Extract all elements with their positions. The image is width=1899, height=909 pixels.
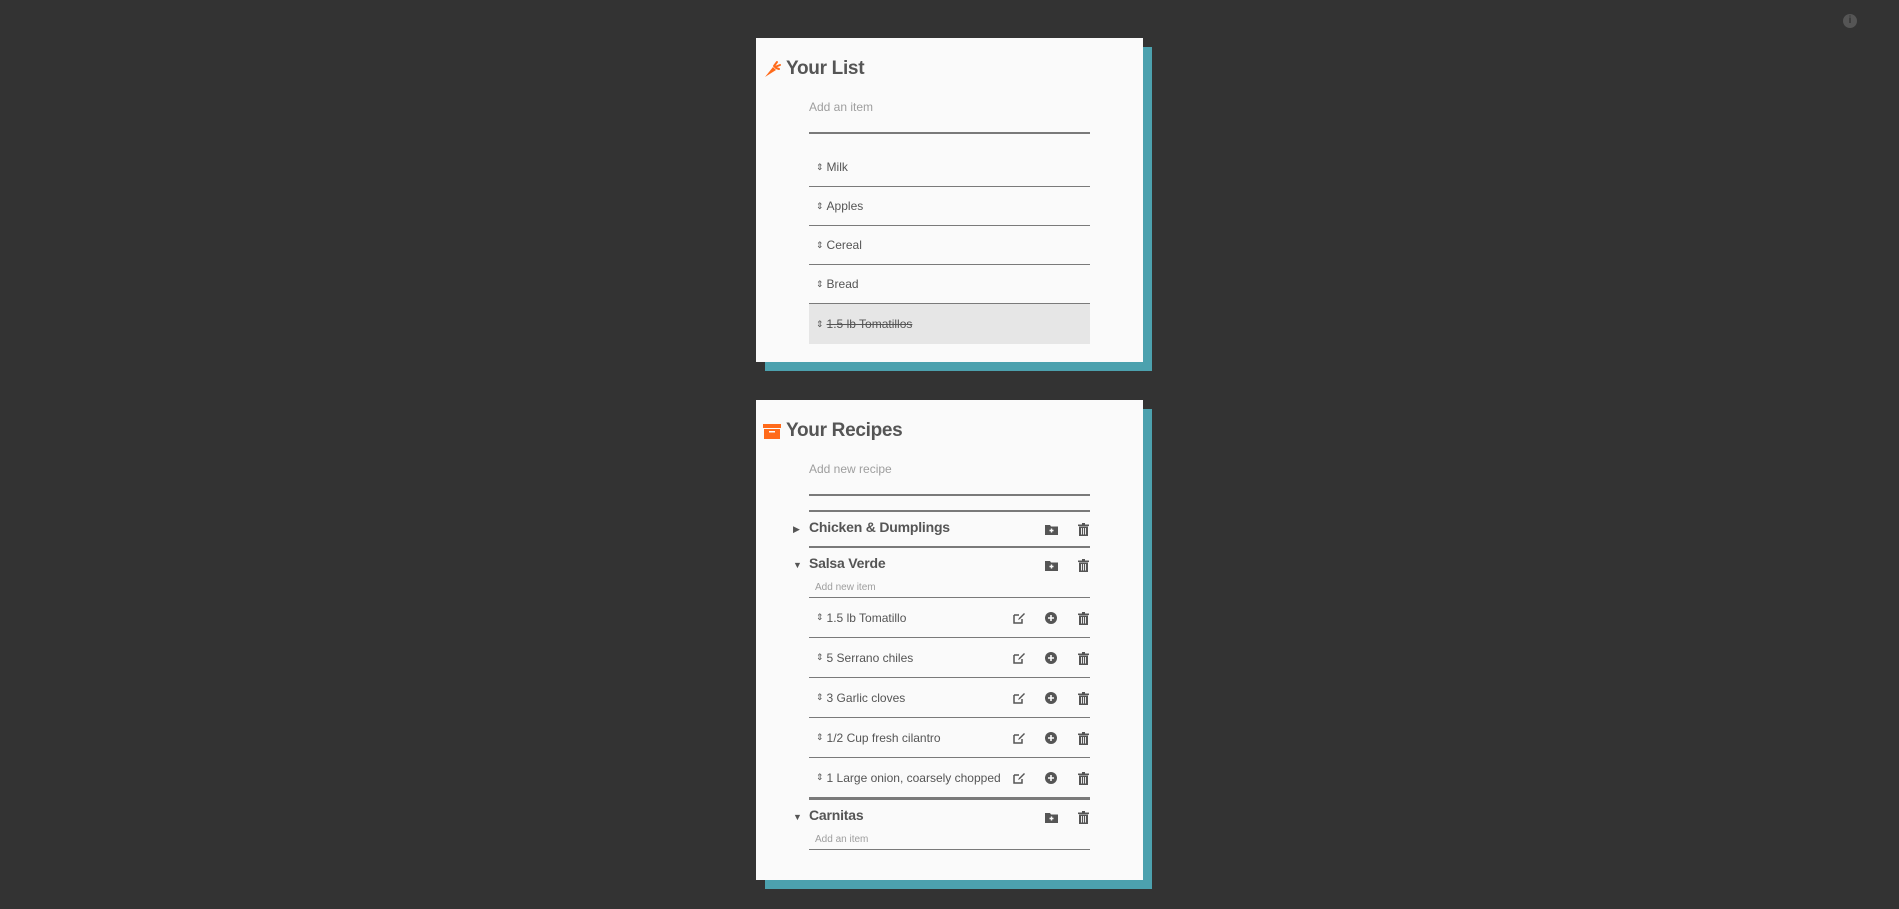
trash-icon[interactable]	[1076, 611, 1090, 625]
list-item[interactable]: ⇕ Apples	[809, 187, 1090, 226]
list-item-completed[interactable]: ⇕ 1.5 lb Tomatillos	[809, 304, 1090, 344]
ingredient-item[interactable]: ⇕ 3 Garlic cloves	[809, 678, 1090, 718]
add-item-input[interactable]	[809, 100, 1090, 134]
recipe-list: ▶ Chicken & Dumplings ▼ Salsa Verde Add …	[793, 510, 1090, 850]
add-ingredient-input[interactable]	[809, 582, 1090, 598]
trash-icon[interactable]	[1076, 810, 1090, 824]
trash-icon[interactable]	[1076, 691, 1090, 705]
caret-down-icon[interactable]: ▼	[793, 812, 802, 822]
info-icon[interactable]: i	[1843, 14, 1857, 28]
ingredient-item[interactable]: ⇕ 1/2 Cup fresh cilantro	[809, 718, 1090, 758]
trash-icon[interactable]	[1076, 558, 1090, 572]
sort-handle-icon[interactable]: ⇕	[816, 201, 824, 211]
plus-circle-icon[interactable]	[1044, 731, 1058, 745]
sort-handle-icon[interactable]: ⇕	[816, 773, 824, 782]
sort-handle-icon[interactable]: ⇕	[816, 240, 824, 250]
plus-circle-icon[interactable]	[1044, 611, 1058, 625]
caret-right-icon[interactable]: ▶	[793, 524, 800, 535]
edit-icon[interactable]	[1012, 771, 1026, 785]
folder-plus-icon[interactable]	[1044, 522, 1058, 536]
list-item[interactable]: ⇕ Milk	[809, 148, 1090, 187]
list-card-title: Your List	[762, 58, 865, 80]
trash-icon[interactable]	[1076, 651, 1090, 665]
edit-icon[interactable]	[1012, 731, 1026, 745]
plus-circle-icon[interactable]	[1044, 771, 1058, 785]
trash-icon[interactable]	[1076, 731, 1090, 745]
sort-handle-icon[interactable]: ⇕	[816, 319, 824, 329]
recipe-header[interactable]: ▼ Carnitas	[793, 798, 1090, 834]
shopping-list: ⇕ Milk ⇕ Apples ⇕ Cereal ⇕ Bread ⇕ 1.5 l…	[809, 148, 1090, 344]
carrot-icon	[762, 59, 782, 79]
ingredient-item[interactable]: ⇕ 1.5 lb Tomatillo	[809, 598, 1090, 638]
sort-handle-icon[interactable]: ⇕	[816, 162, 824, 172]
recipes-card-title: Your Recipes	[762, 420, 903, 442]
recipes-card: Your Recipes ▶ Chicken & Dumplings ▼ Sal…	[756, 400, 1143, 880]
recipes-title-text: Your Recipes	[786, 420, 903, 441]
archive-box-icon	[762, 421, 782, 441]
sort-handle-icon[interactable]: ⇕	[816, 613, 824, 622]
folder-plus-icon[interactable]	[1044, 558, 1058, 572]
sort-handle-icon[interactable]: ⇕	[816, 653, 824, 662]
add-ingredient-input[interactable]	[809, 834, 1090, 850]
caret-down-icon[interactable]: ▼	[793, 560, 802, 570]
list-item[interactable]: ⇕ Cereal	[809, 226, 1090, 265]
list-title-text: Your List	[786, 58, 865, 79]
sort-handle-icon[interactable]: ⇕	[816, 733, 824, 742]
ingredient-item[interactable]: ⇕ 5 Serrano chiles	[809, 638, 1090, 678]
list-card: Your List ⇕ Milk ⇕ Apples ⇕ Cereal ⇕ Bre…	[756, 38, 1143, 362]
trash-icon[interactable]	[1076, 771, 1090, 785]
list-item[interactable]: ⇕ Bread	[809, 265, 1090, 304]
edit-icon[interactable]	[1012, 611, 1026, 625]
recipe-header[interactable]: ▶ Chicken & Dumplings	[793, 510, 1090, 546]
folder-plus-icon[interactable]	[1044, 810, 1058, 824]
add-recipe-input[interactable]	[809, 462, 1090, 496]
plus-circle-icon[interactable]	[1044, 651, 1058, 665]
recipe-header[interactable]: ▼ Salsa Verde	[793, 546, 1090, 582]
sort-handle-icon[interactable]: ⇕	[816, 693, 824, 702]
trash-icon[interactable]	[1076, 522, 1090, 536]
sort-handle-icon[interactable]: ⇕	[816, 279, 824, 289]
ingredient-item[interactable]: ⇕ 1 Large onion, coarsely chopped	[809, 758, 1090, 798]
edit-icon[interactable]	[1012, 651, 1026, 665]
plus-circle-icon[interactable]	[1044, 691, 1058, 705]
edit-icon[interactable]	[1012, 691, 1026, 705]
